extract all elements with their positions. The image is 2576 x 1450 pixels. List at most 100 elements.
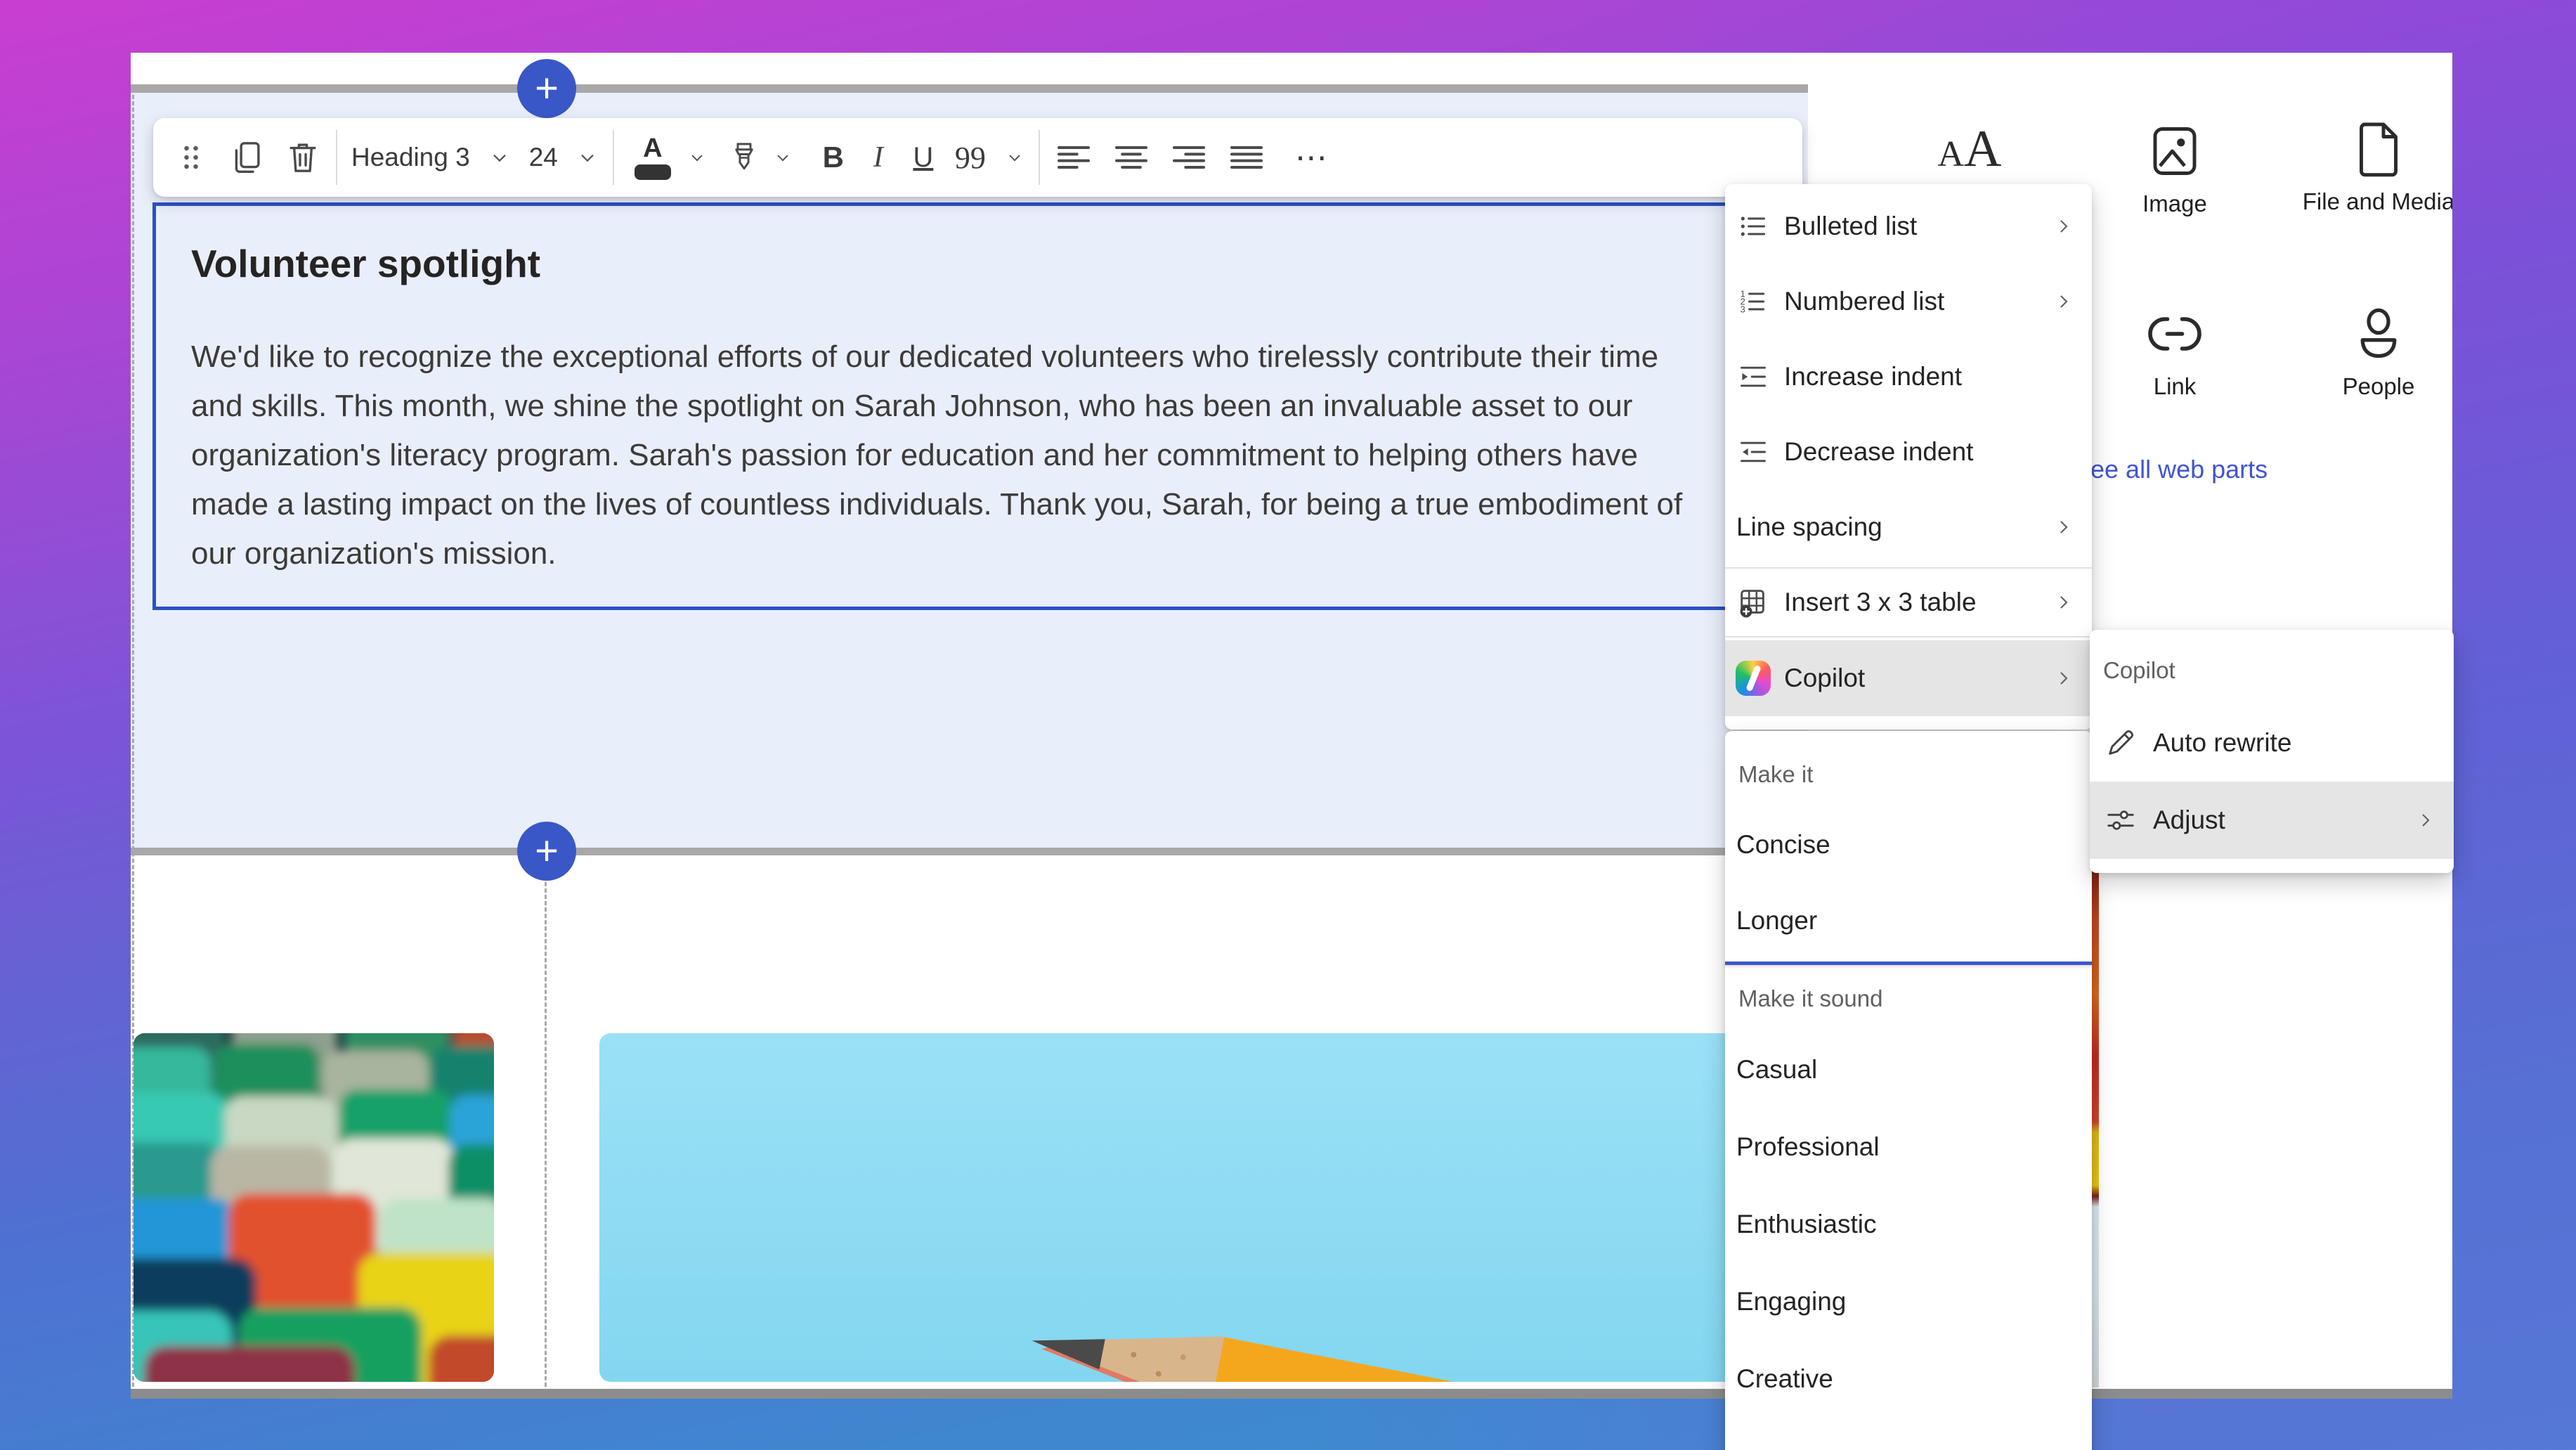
gallery-item-link[interactable]: Link: [2069, 304, 2280, 400]
insert-table-icon: [1736, 586, 1770, 619]
link-webpart-icon: [2145, 304, 2204, 363]
trash-icon: [284, 138, 322, 176]
menu-item-line-spacing[interactable]: Line spacing: [1725, 489, 2092, 564]
plus-icon: +: [535, 68, 559, 109]
bold-button[interactable]: B: [811, 128, 856, 187]
hidden-image-webpart-sliver: [2091, 856, 2099, 1387]
menu-divider: [1725, 636, 2092, 637]
menu-item-label: Creative: [1736, 1364, 2075, 1394]
chevron-down-icon: [576, 146, 599, 169]
more-options-button[interactable]: ⋯: [1284, 128, 1341, 187]
blockquote-button[interactable]: 99: [946, 128, 995, 187]
align-center-icon: [1112, 138, 1151, 177]
chevron-right-icon: [2053, 591, 2075, 614]
italic-button[interactable]: I: [856, 128, 901, 187]
submenu-item-adjust[interactable]: Adjust: [2090, 782, 2454, 859]
menu-item-decrease-indent[interactable]: Decrease indent: [1725, 414, 2092, 489]
menu-item-copilot[interactable]: Copilot: [1725, 640, 2092, 716]
font-size-dropdown[interactable]: 24: [529, 128, 599, 187]
text-webpart-heading[interactable]: Volunteer spotlight: [191, 241, 540, 286]
font-color-swatch: [635, 164, 671, 180]
copilot-icon: [1736, 661, 1770, 696]
chevron-right-icon: [2053, 290, 2075, 313]
chevron-down-icon: [1005, 148, 1024, 167]
auto-rewrite-pen-icon: [2102, 727, 2139, 759]
chevron-right-icon: [2414, 809, 2437, 831]
gallery-item-label: Image: [2069, 190, 2280, 217]
copilot-adjust-menu: Make it Concise Longer Make it sound Cas…: [1725, 731, 2092, 1450]
adjust-sliders-icon: [2102, 804, 2139, 836]
decrease-indent-icon: [1736, 436, 1770, 467]
menu-item-label: Concise: [1736, 830, 2075, 860]
people-webpart-icon: [2349, 304, 2408, 363]
menu-item-insert-table[interactable]: Insert 3 x 3 table: [1725, 571, 2092, 633]
menu-item-label: Insert 3 x 3 table: [1784, 588, 2053, 617]
submenu-item-label: Auto rewrite: [2153, 728, 2437, 758]
gallery-item-label: People: [2273, 373, 2452, 400]
font-color-button[interactable]: A: [628, 128, 677, 187]
make-it-section-header: Make it: [1725, 742, 2092, 807]
delete-button[interactable]: [284, 128, 322, 187]
toolbar-separator: [336, 130, 337, 185]
duplicate-button[interactable]: [228, 128, 266, 187]
submenu-item-label: Adjust: [2153, 805, 2414, 835]
align-right-button[interactable]: [1169, 128, 1209, 187]
file-webpart-icon: [2349, 119, 2408, 179]
bulleted-list-icon: [1736, 211, 1770, 242]
justify-button[interactable]: [1227, 128, 1266, 187]
gallery-item-file-and-media[interactable]: File and Media: [2273, 119, 2452, 215]
menu-item-numbered-list[interactable]: 123 Numbered list: [1725, 264, 2092, 339]
chevron-down-icon: [687, 148, 707, 167]
align-center-button[interactable]: [1112, 128, 1151, 187]
gallery-item-label: Link: [2069, 373, 2280, 400]
menu-item-bulleted-list[interactable]: Bulleted list: [1725, 188, 2092, 264]
text-style-value: Heading 3: [351, 143, 470, 172]
add-section-button-middle[interactable]: +: [517, 822, 576, 881]
image-webpart-pencil[interactable]: [599, 1033, 1820, 1382]
highlighter-icon: [725, 138, 763, 176]
text-webpart-icon: AA: [1937, 157, 2001, 169]
add-section-button-top[interactable]: +: [517, 59, 576, 118]
menu-item-label: Professional: [1736, 1132, 2075, 1162]
highlight-button[interactable]: [725, 128, 763, 187]
align-left-button[interactable]: [1054, 128, 1093, 187]
menu-divider: [1725, 567, 2092, 569]
gallery-item-people[interactable]: People: [2273, 304, 2452, 400]
copy-icon: [228, 138, 266, 176]
align-left-icon: [1054, 138, 1093, 177]
text-effects-dropdown[interactable]: [1005, 128, 1024, 187]
underline-button[interactable]: U: [901, 128, 946, 187]
menu-item-label: Copilot: [1784, 663, 2053, 693]
menu-item-increase-indent[interactable]: Increase indent: [1725, 339, 2092, 414]
menu-item-engaging[interactable]: Engaging: [1725, 1263, 2092, 1340]
page-bottom-edge: [131, 1389, 2452, 1399]
plus-icon: +: [535, 831, 559, 872]
menu-item-label: Decrease indent: [1784, 437, 2075, 467]
submenu-item-auto-rewrite[interactable]: Auto rewrite: [2090, 704, 2454, 782]
menu-item-professional[interactable]: Professional: [1725, 1108, 2092, 1186]
sharepoint-page-editor: Volunteer spotlight We'd like to recogni…: [0, 0, 2576, 1450]
menu-item-enthusiastic[interactable]: Enthusiastic: [1725, 1186, 2092, 1263]
font-color-icon: A: [643, 135, 662, 162]
menu-item-creative[interactable]: Creative: [1725, 1340, 2092, 1418]
font-color-dropdown[interactable]: [687, 128, 707, 187]
highlight-dropdown[interactable]: [773, 128, 793, 187]
chevron-right-icon: [2053, 667, 2075, 690]
menu-blue-divider: [1725, 962, 2092, 965]
gallery-item-label: File and Media: [2273, 188, 2452, 215]
column-dashed-boundary: [545, 882, 547, 1387]
toolbar-separator: [613, 130, 614, 185]
see-all-web-parts-link[interactable]: See all web parts: [2074, 455, 2268, 484]
menu-item-longer[interactable]: Longer: [1725, 883, 2092, 959]
image-webpart-icon: [2145, 122, 2204, 181]
image-webpart-chairs[interactable]: [134, 1033, 494, 1382]
text-style-dropdown[interactable]: Heading 3: [351, 128, 511, 187]
menu-item-casual[interactable]: Casual: [1725, 1031, 2092, 1108]
drag-dots-icon: [173, 139, 209, 176]
menu-item-concise[interactable]: Concise: [1725, 807, 2092, 883]
drag-handle[interactable]: [173, 128, 209, 187]
menu-item-label: Bulleted list: [1784, 212, 2053, 241]
svg-text:3: 3: [1741, 304, 1745, 314]
text-webpart-paragraph[interactable]: We'd like to recognize the exceptional e…: [191, 332, 1716, 578]
gallery-item-image[interactable]: Image: [2069, 122, 2280, 217]
